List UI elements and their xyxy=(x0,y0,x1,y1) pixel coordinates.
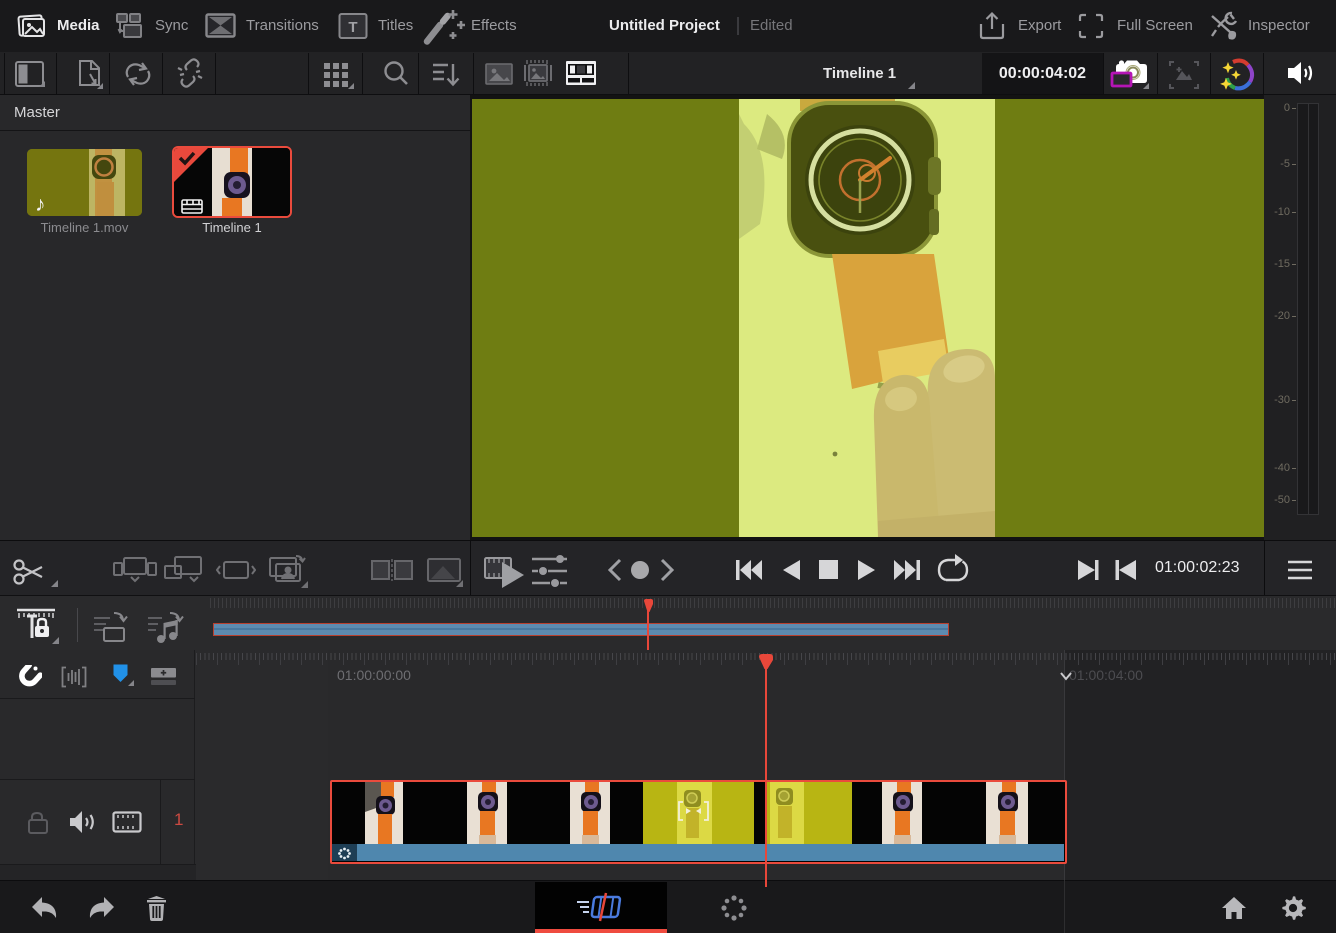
svg-text:T: T xyxy=(348,19,357,36)
svg-text:♪: ♪ xyxy=(35,193,46,216)
